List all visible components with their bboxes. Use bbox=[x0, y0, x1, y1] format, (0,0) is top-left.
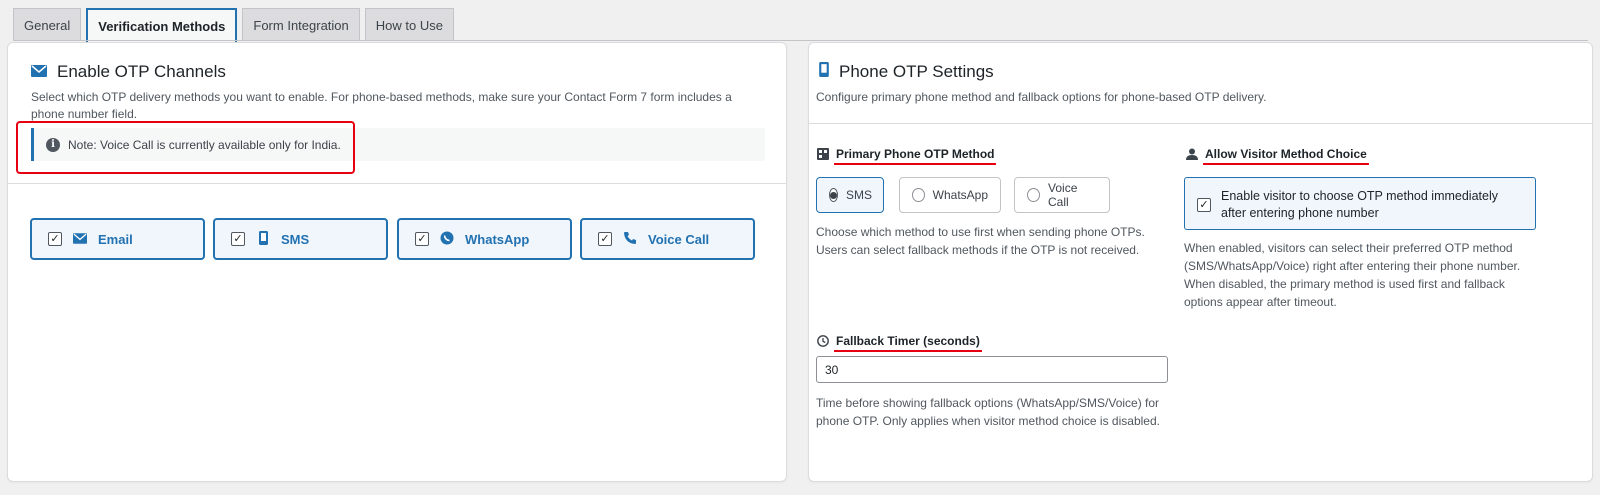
checkbox-checked-icon[interactable]: ✓ bbox=[1197, 198, 1211, 212]
tab-how-to-use[interactable]: How to Use bbox=[364, 8, 454, 41]
section-divider bbox=[809, 123, 1592, 124]
tab-verification-methods[interactable]: Verification Methods bbox=[86, 8, 238, 42]
fallback-timer-label: Fallback Timer (seconds) bbox=[817, 334, 982, 352]
fallback-timer-input[interactable] bbox=[816, 356, 1168, 383]
channel-voice-call-toggle[interactable]: ✓ Voice Call bbox=[580, 218, 755, 260]
envelope-icon bbox=[31, 62, 47, 82]
clock-icon bbox=[817, 334, 829, 350]
section-divider bbox=[8, 183, 786, 184]
tab-bar: General Verification Methods Form Integr… bbox=[13, 8, 454, 42]
primary-method-whatsapp-option[interactable]: WhatsApp bbox=[899, 177, 1001, 213]
channel-whatsapp-toggle[interactable]: ✓ WhatsApp bbox=[397, 218, 572, 260]
channel-sms-toggle[interactable]: ✓ SMS bbox=[213, 218, 388, 260]
tab-form-integration[interactable]: Form Integration bbox=[242, 8, 360, 41]
checkbox-checked-icon[interactable]: ✓ bbox=[598, 232, 612, 246]
channel-email-toggle[interactable]: ✓ Email bbox=[30, 218, 205, 260]
checkbox-checked-icon[interactable]: ✓ bbox=[415, 232, 429, 246]
primary-method-sms-option[interactable]: SMS bbox=[816, 177, 884, 213]
primary-method-label: Primary Phone OTP Method bbox=[817, 147, 997, 165]
tab-general[interactable]: General bbox=[13, 8, 82, 41]
visitor-choice-label: Allow Visitor Method Choice bbox=[1186, 147, 1369, 165]
visitor-choice-help: When enabled, visitors can select their … bbox=[1184, 241, 1521, 309]
mobile-icon bbox=[255, 230, 271, 248]
phone-icon bbox=[622, 231, 638, 248]
whatsapp-icon bbox=[439, 231, 455, 248]
primary-method-help: Choose which method to use first when se… bbox=[816, 225, 1145, 257]
radio-empty-icon[interactable] bbox=[1027, 188, 1041, 202]
otp-channels-card: Enable OTP Channels Select which OTP del… bbox=[7, 42, 787, 482]
note-highlight-annotation bbox=[16, 121, 355, 174]
phone-otp-settings-title: Phone OTP Settings bbox=[819, 62, 994, 82]
envelope-icon bbox=[72, 231, 88, 247]
fallback-timer-help: Time before showing fallback options (Wh… bbox=[816, 396, 1160, 428]
otp-channels-title: Enable OTP Channels bbox=[31, 62, 226, 82]
visitor-choice-checkbox[interactable]: ✓ Enable visitor to choose OTP method im… bbox=[1184, 177, 1536, 230]
checkbox-checked-icon[interactable]: ✓ bbox=[48, 232, 62, 246]
phone-otp-settings-card: Phone OTP Settings Configure primary pho… bbox=[808, 42, 1593, 482]
primary-method-voice-call-option[interactable]: Voice Call bbox=[1014, 177, 1110, 213]
otp-channels-description: Select which OTP delivery methods you wa… bbox=[31, 90, 732, 121]
radio-empty-icon[interactable] bbox=[912, 188, 925, 202]
grid-icon bbox=[817, 147, 829, 163]
checkbox-checked-icon[interactable]: ✓ bbox=[231, 232, 245, 246]
user-icon bbox=[1186, 148, 1198, 163]
phone-otp-settings-description: Configure primary phone method and fallb… bbox=[816, 90, 1267, 104]
radio-selected-icon[interactable] bbox=[829, 188, 838, 202]
tab-divider bbox=[13, 40, 1588, 41]
mobile-icon bbox=[819, 62, 829, 82]
